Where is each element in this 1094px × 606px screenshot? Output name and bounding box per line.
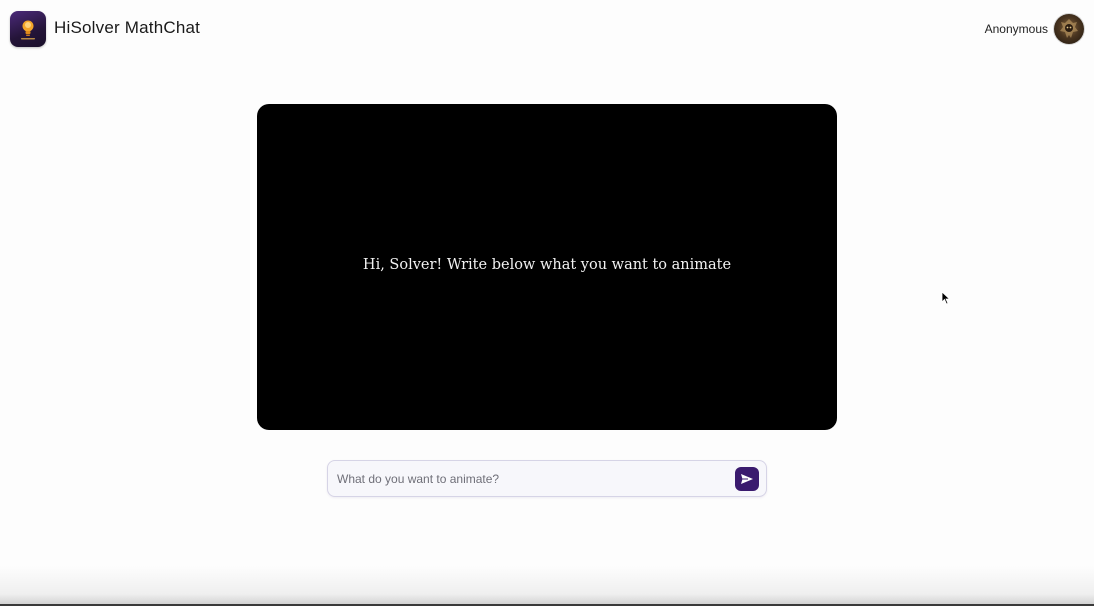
send-button[interactable] xyxy=(735,467,759,491)
app-title: HiSolver MathChat xyxy=(54,18,201,37)
prompt-bar xyxy=(327,460,767,497)
bottom-shade xyxy=(0,566,1094,606)
top-bar: HiSolver MathChat Anonymous xyxy=(0,0,1094,58)
animation-player: Hi, Solver! Write below what you want to… xyxy=(257,104,837,430)
mouse-pointer-icon xyxy=(941,291,951,305)
avatar[interactable] xyxy=(1054,14,1084,44)
app-logo[interactable] xyxy=(10,11,46,47)
lightbulb-icon xyxy=(21,20,35,40)
animate-prompt-input[interactable] xyxy=(337,461,727,496)
avatar-image xyxy=(1060,19,1078,38)
player-message: Hi, Solver! Write below what you want to… xyxy=(362,257,732,273)
send-icon xyxy=(741,474,753,484)
page: HiSolver MathChat Anonymous Hi, Solver! … xyxy=(0,0,1094,606)
user-name: Anonymous xyxy=(984,22,1048,36)
